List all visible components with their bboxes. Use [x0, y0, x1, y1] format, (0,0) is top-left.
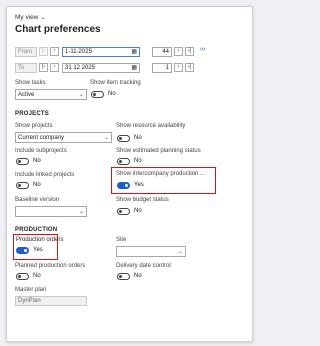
estimated-planning-label: Show estimated planning status — [116, 148, 201, 154]
delivery-date-control-toggle[interactable] — [117, 273, 130, 280]
to-first-button[interactable]: |‹ — [39, 63, 48, 72]
resource-availability-label: Show resource availability — [116, 123, 186, 129]
chevron-down-icon: ⌄ — [177, 249, 183, 255]
chart-preferences-panel: My view ⌄ Chart preferences From |‹ ‹ 1-… — [6, 6, 253, 342]
next-period-button[interactable]: › — [174, 47, 183, 56]
view-selector[interactable]: My view ⌄ — [15, 14, 46, 21]
item-tracking-value: No — [108, 91, 116, 97]
from-date-value: 1-11-2025 — [65, 49, 92, 55]
delivery-date-control-label: Delivery date control — [116, 263, 171, 269]
master-plan-label: Master plan — [15, 287, 47, 293]
baseline-version-dropdown[interactable]: ⌄ — [15, 206, 87, 217]
show-projects-label: Show projects — [15, 123, 53, 129]
production-section-title: PRODUCTION — [15, 227, 58, 233]
subprojects-toggle[interactable] — [16, 158, 29, 165]
to-date-value: 31 12 2025 — [65, 65, 96, 71]
page-title: Chart preferences — [15, 24, 101, 35]
chevron-down-icon: ⌄ — [78, 92, 84, 98]
item-tracking-toggle[interactable] — [91, 91, 104, 98]
linked-projects-label: Include linked projects — [15, 172, 75, 178]
to-last-button[interactable]: ›| — [185, 63, 194, 72]
production-orders-toggle[interactable] — [16, 247, 29, 254]
from-date-input[interactable]: 1-11-2025 ▦ — [62, 47, 140, 57]
chevron-down-icon: ⌄ — [40, 15, 46, 21]
master-plan-field: DynPlan — [15, 296, 87, 306]
show-tasks-value: Active — [18, 91, 35, 98]
production-orders-label: Production orders — [16, 237, 64, 243]
budget-status-toggle[interactable] — [117, 208, 130, 215]
baseline-version-label: Baseline version — [15, 197, 60, 203]
from-week-value: 44 — [162, 49, 169, 55]
delivery-date-control-value: No — [134, 273, 142, 279]
budget-status-value: No — [134, 208, 142, 214]
calendar-icon[interactable]: ▦ — [131, 64, 137, 71]
from-week-input[interactable]: 44 — [152, 47, 172, 57]
first-period-button[interactable]: |‹ — [39, 47, 48, 56]
site-label: Site — [116, 237, 127, 243]
budget-status-label: Show budget status — [116, 197, 169, 203]
linked-projects-value: No — [33, 182, 41, 188]
previous-period-button[interactable]: ‹ — [50, 47, 59, 56]
to-next-button[interactable]: › — [174, 63, 183, 72]
master-plan-value: DynPlan — [18, 298, 41, 304]
subprojects-value: No — [33, 158, 41, 164]
last-period-button[interactable]: ›| — [185, 47, 194, 56]
link-icon[interactable]: ∞ — [200, 46, 205, 53]
show-tasks-label: Show tasks — [15, 80, 46, 86]
planned-orders-toggle[interactable] — [16, 273, 29, 280]
planned-orders-label: Planned production orders — [15, 263, 86, 269]
show-projects-value: Current company — [18, 134, 65, 141]
projects-section-title: PROJECTS — [15, 111, 49, 117]
to-label-box: To — [15, 63, 37, 73]
intercompany-production-value: Yes — [134, 182, 144, 188]
production-orders-value: Yes — [33, 247, 43, 253]
from-label-box: From — [15, 47, 37, 57]
view-label: My view — [15, 14, 39, 21]
planned-orders-value: No — [33, 273, 41, 279]
site-dropdown[interactable]: ⌄ — [116, 246, 186, 257]
linked-projects-toggle[interactable] — [16, 182, 29, 189]
calendar-icon[interactable]: ▦ — [131, 48, 137, 55]
subprojects-label: Include subprojects — [15, 148, 67, 154]
to-week-value: 1 — [165, 65, 169, 71]
to-label: To — [18, 65, 25, 71]
intercompany-production-toggle[interactable] — [117, 182, 130, 189]
resource-availability-toggle[interactable] — [117, 135, 130, 142]
item-tracking-label: Show item tracking — [90, 80, 141, 86]
from-label: From — [18, 49, 32, 55]
show-tasks-dropdown[interactable]: Active ⌄ — [15, 89, 87, 100]
to-previous-button[interactable]: ‹ — [50, 63, 59, 72]
to-week-input[interactable]: 1 — [152, 63, 172, 73]
intercompany-production-label: Show intercompany production ... — [116, 171, 206, 177]
estimated-planning-toggle[interactable] — [117, 158, 130, 165]
estimated-planning-value: No — [134, 158, 142, 164]
chevron-down-icon: ⌄ — [78, 209, 84, 215]
show-projects-dropdown[interactable]: Current company ⌄ — [15, 132, 112, 143]
to-date-input[interactable]: 31 12 2025 ▦ — [62, 63, 140, 73]
chevron-down-icon: ⌄ — [103, 135, 109, 141]
resource-availability-value: No — [134, 135, 142, 141]
